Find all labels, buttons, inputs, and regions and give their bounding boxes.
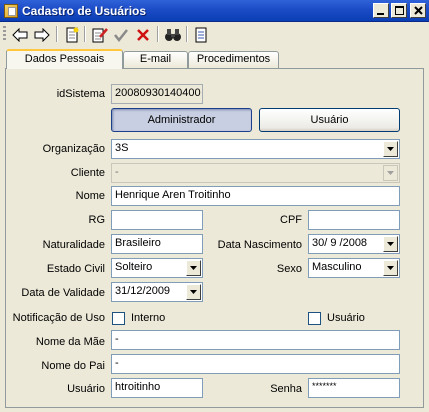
sexo-value: Masculino [312, 261, 362, 273]
cancel-button[interactable] [133, 25, 153, 44]
nome-mae-input[interactable]: - [111, 330, 400, 350]
tab-email[interactable]: E-mail [123, 51, 188, 68]
idsistema-label: idSistema [56, 88, 105, 100]
data-nascimento-label: Data Nascimento [217, 239, 302, 251]
naturalidade-input[interactable]: Brasileiro [111, 234, 203, 254]
back-button[interactable] [10, 25, 30, 44]
document-icon [195, 27, 207, 42]
notificacao-label: Notificação de Uso [12, 312, 105, 324]
data-validade-value: 31/12/2009 [115, 285, 171, 297]
chevron-down-icon[interactable] [383, 141, 398, 157]
rg-input[interactable] [111, 210, 203, 230]
confirm-button[interactable] [111, 25, 131, 44]
cliente-select: - [111, 163, 400, 183]
senha-label: Senha [270, 383, 302, 395]
senha-input[interactable]: ******* [308, 378, 400, 398]
cpf-input[interactable] [308, 210, 400, 230]
edit-record-button[interactable] [90, 25, 110, 44]
rg-label: RG [88, 214, 106, 226]
arrow-left-icon [12, 27, 28, 42]
cliente-value: - [115, 166, 119, 178]
app-icon [4, 4, 18, 18]
window-title: Cadastro de Usuários [22, 4, 147, 18]
chevron-down-icon[interactable] [383, 260, 398, 276]
minimize-button[interactable] [373, 3, 389, 18]
new-document-icon [66, 27, 79, 42]
toolbar-separator [56, 26, 58, 42]
usuario-login-input[interactable]: htroitinho [111, 378, 203, 398]
estado-civil-label: Estado Civil [46, 263, 105, 275]
chevron-down-icon[interactable] [186, 260, 201, 276]
nome-mae-label: Nome da Mãe [35, 336, 105, 348]
cliente-label: Cliente [70, 167, 105, 179]
tab-procedimentos[interactable]: Procedimentos [188, 51, 279, 68]
title-bar: Cadastro de Usuários [0, 0, 429, 22]
data-nascimento-picker[interactable]: 30/ 9 /2008 [308, 234, 400, 254]
nome-pai-label: Nome do Pai [41, 360, 105, 372]
usuario-button[interactable]: Usuário [259, 108, 400, 132]
close-icon [413, 6, 423, 15]
chevron-down-icon[interactable] [383, 236, 398, 252]
new-record-button[interactable] [62, 25, 82, 44]
data-nascimento-value: 30/ 9 /2008 [312, 237, 368, 249]
close-button[interactable] [410, 3, 426, 18]
toolbar-separator [84, 26, 86, 42]
administrador-button[interactable]: Administrador [111, 108, 252, 132]
maximize-icon [394, 6, 404, 15]
chevron-down-icon [383, 165, 398, 181]
usuario-checkbox[interactable] [308, 312, 321, 325]
forward-button[interactable] [32, 25, 52, 44]
checkmark-icon [114, 28, 128, 42]
tab-panel: idSistema 20080930140400 Administrador U… [5, 68, 424, 408]
cpf-label: CPF [280, 214, 302, 226]
usuario-login-label: Usuário [67, 383, 105, 395]
toolbar-separator [157, 26, 159, 42]
maximize-button[interactable] [391, 3, 407, 18]
interno-checkbox[interactable] [112, 312, 125, 325]
organizacao-value: 3S [115, 142, 129, 154]
nome-label: Nome [75, 190, 105, 202]
minimize-icon [377, 12, 384, 15]
chevron-down-icon[interactable] [186, 284, 201, 300]
sexo-select[interactable]: Masculino [308, 258, 400, 278]
toolbar-grip [3, 26, 6, 42]
binoculars-icon [165, 28, 181, 41]
estado-civil-value: Solteiro [115, 261, 153, 273]
arrow-right-icon [34, 27, 50, 42]
data-validade-picker[interactable]: 31/12/2009 [111, 282, 203, 302]
naturalidade-label: Naturalidade [42, 239, 105, 251]
nome-pai-input[interactable]: - [111, 354, 400, 374]
toolbar [0, 22, 429, 46]
organizacao-label: Organização [42, 143, 105, 155]
interno-label: Interno [131, 312, 166, 324]
data-validade-label: Data de Validade [21, 287, 105, 299]
sexo-label: Sexo [276, 263, 302, 275]
report-button[interactable] [191, 25, 211, 44]
edit-document-icon [92, 27, 108, 42]
estado-civil-select[interactable]: Solteiro [111, 258, 203, 278]
nome-input[interactable]: Henrique Aren Troitinho [111, 186, 400, 206]
idsistema-field: 20080930140400 [111, 84, 203, 104]
search-button[interactable] [163, 25, 183, 44]
organizacao-select[interactable]: 3S [111, 139, 400, 159]
tab-dados-pessoais[interactable]: Dados Pessoais [6, 49, 123, 69]
usuario-checkbox-label: Usuário [327, 312, 365, 324]
toolbar-separator [186, 26, 188, 42]
x-icon [137, 28, 149, 41]
